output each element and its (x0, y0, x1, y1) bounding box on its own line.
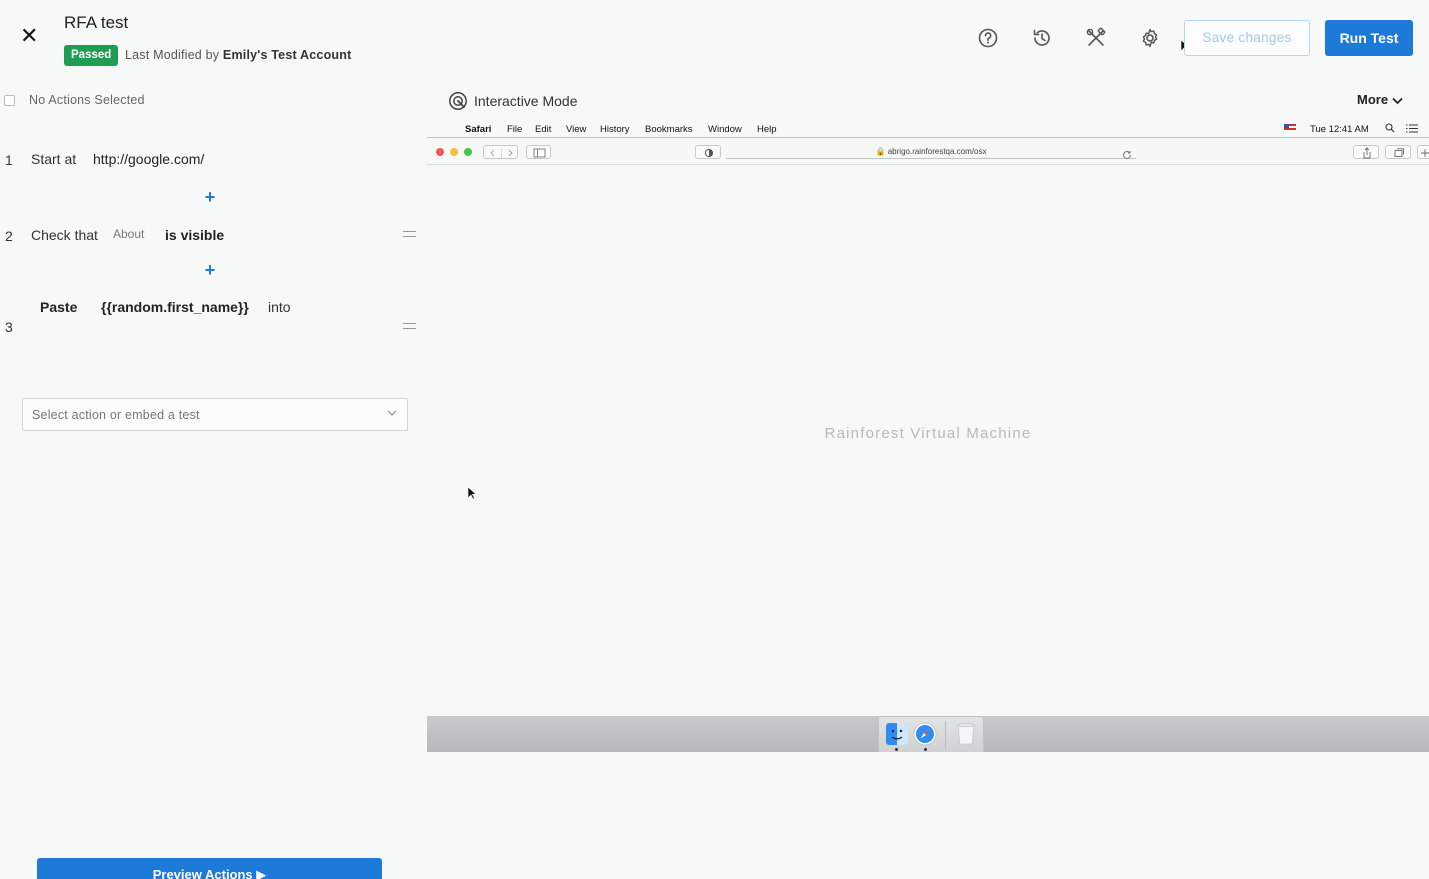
step-condition: is visible (165, 227, 225, 243)
reload-icon[interactable] (1122, 147, 1132, 165)
history-icon[interactable] (1031, 27, 1053, 49)
step-url[interactable]: http://google.com/ (93, 151, 204, 167)
sidebar-toggle-icon[interactable] (526, 145, 551, 159)
address-bar[interactable]: 🔒 abrigo.rainforestqa.com/osx (726, 145, 1136, 159)
last-modified: Last Modified by Emily's Test Account (125, 48, 351, 62)
gear-icon[interactable] (1139, 27, 1161, 49)
dock-divider (945, 721, 946, 749)
mac-menubar: Safari File Edit View History Bookmarks … (427, 120, 1429, 138)
select-all-checkbox[interactable] (4, 95, 15, 106)
flag-icon[interactable] (1284, 124, 1296, 132)
back-forward-buttons[interactable] (483, 145, 518, 159)
menu-view[interactable]: View (566, 124, 586, 135)
selection-label: No Actions Selected (29, 93, 145, 107)
chevron-down-icon (387, 410, 397, 416)
select-action-placeholder: Select action or embed a test (32, 408, 200, 422)
address-url: abrigo.rainforestqa.com/osx (887, 147, 987, 156)
new-tab-icon[interactable] (1417, 145, 1429, 159)
page-title: RFA test (64, 13, 129, 32)
help-icon[interactable] (977, 27, 999, 49)
step-value[interactable]: {{random.first_name}} (101, 299, 249, 315)
save-changes-button[interactable]: Save changes (1184, 20, 1310, 56)
spotlight-search-icon[interactable] (1385, 123, 1395, 136)
modified-by: Emily's Test Account (222, 48, 352, 62)
interactive-mode-icon (449, 92, 467, 110)
safari-icon[interactable] (913, 722, 937, 751)
share-icon[interactable] (1353, 145, 1379, 159)
close-icon[interactable]: ✕ (20, 25, 40, 47)
step-number: 1 (5, 152, 13, 168)
step-verb: Start at (31, 151, 77, 167)
modified-prefix: Last Modified by (125, 48, 220, 62)
step-element[interactable]: About (113, 227, 144, 241)
step-number: 3 (5, 319, 13, 335)
drag-handle-icon[interactable] (403, 323, 416, 329)
menu-window[interactable]: Window (708, 124, 742, 135)
close-window-icon[interactable] (436, 148, 444, 156)
select-action-dropdown[interactable]: Select action or embed a test (22, 398, 408, 431)
step-connector: into (268, 299, 291, 315)
vm-placeholder-label: Rainforest Virtual Machine (824, 425, 1032, 442)
virtual-machine-screen[interactable]: Safari File Edit View History Bookmarks … (427, 120, 1429, 752)
menu-history[interactable]: History (600, 124, 630, 135)
safari-running-indicator (924, 748, 927, 751)
finder-icon[interactable] (885, 722, 909, 751)
menu-app-name[interactable]: Safari (465, 124, 491, 135)
interactive-mode-label: Interactive Mode (474, 93, 578, 109)
run-test-button[interactable]: Run Test (1325, 20, 1413, 56)
step-number: 2 (5, 228, 13, 244)
menu-file[interactable]: File (507, 124, 522, 135)
safari-toolbar: 🔒 abrigo.rainforestqa.com/osx (427, 137, 1429, 165)
add-step-button[interactable]: + (203, 187, 217, 208)
step-verb: Check that (31, 227, 98, 243)
tools-icon[interactable] (1085, 27, 1107, 49)
add-step-button[interactable]: + (203, 260, 217, 281)
step-verb: Paste (40, 299, 78, 315)
privacy-shield-icon[interactable] (695, 145, 721, 159)
more-label: More (1357, 92, 1389, 107)
preview-actions-button[interactable]: Preview Actions ▶ (37, 858, 382, 879)
menu-help[interactable]: Help (757, 124, 777, 135)
mac-dock (878, 716, 984, 752)
tabs-overview-icon[interactable] (1385, 145, 1411, 159)
menu-edit[interactable]: Edit (535, 124, 551, 135)
menu-clock[interactable]: Tue 12:41 AM (1310, 124, 1369, 135)
trash-icon[interactable] (956, 722, 976, 751)
chevron-down-icon (1392, 97, 1403, 104)
more-menu-button[interactable]: More (1357, 92, 1403, 107)
drag-handle-icon[interactable] (403, 231, 416, 237)
finder-running-indicator (895, 748, 898, 751)
zoom-window-icon[interactable] (464, 148, 472, 156)
notification-list-icon[interactable] (1406, 124, 1418, 136)
vm-mouse-cursor-icon (468, 487, 476, 499)
status-badge: Passed (64, 45, 119, 66)
menu-bookmarks[interactable]: Bookmarks (645, 124, 693, 135)
minimize-window-icon[interactable] (450, 148, 458, 156)
